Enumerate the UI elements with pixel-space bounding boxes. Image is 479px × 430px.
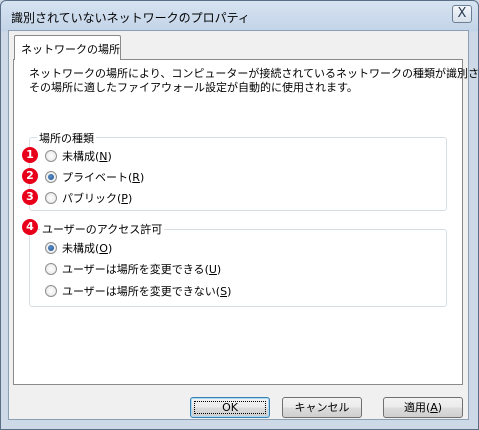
description-text: ネットワークの場所により、コンピューターが接続されているネットワークの種類が識別…	[29, 67, 479, 95]
cancel-button[interactable]: キャンセル	[282, 397, 362, 418]
hotkey: R	[132, 170, 140, 184]
radio-access-cannot-change[interactable]: ユーザーは場所を変更できない(S)	[45, 283, 231, 299]
radio-access-can-change[interactable]: ユーザーは場所を変更できる(U)	[45, 261, 221, 277]
radio-label: 未構成	[62, 242, 95, 255]
title-bar[interactable]: 識別されていないネットワークのプロパティ X	[1, 1, 478, 31]
radio-label: ユーザーは場所を変更できる	[62, 263, 205, 276]
radio-label: ユーザーは場所を変更できない	[62, 285, 216, 298]
close-icon: X	[457, 6, 467, 21]
apply-label: 適用	[403, 401, 426, 414]
annotation-badge-4: 4	[22, 219, 38, 235]
ok-button[interactable]: OK	[190, 397, 270, 418]
hotkey: N	[99, 149, 108, 163]
hotkey: A	[430, 401, 438, 414]
hotkey: P	[121, 191, 128, 205]
radio-location-unconfigured[interactable]: 未構成(N)	[45, 148, 112, 164]
radio-button-checked[interactable]	[45, 242, 57, 254]
apply-button[interactable]: 適用(A)	[383, 397, 463, 418]
description-line: ネットワークの場所により、コンピューターが接続されているネットワークの種類が識別…	[29, 67, 479, 80]
cancel-label: キャンセル	[294, 401, 350, 414]
annotation-badge-3: 3	[22, 189, 38, 205]
hotkey: O	[99, 241, 108, 255]
focus-rect	[194, 401, 266, 414]
window-title: 識別されていないネットワークのプロパティ	[11, 11, 250, 25]
radio-location-public[interactable]: パブリック(P)	[45, 190, 132, 206]
location-type-legend: 場所の種類	[37, 130, 96, 146]
close-button[interactable]: X	[452, 5, 472, 23]
radio-button[interactable]	[45, 263, 57, 275]
user-access-legend: ユーザーのアクセス許可	[40, 221, 165, 237]
hotkey: S	[220, 284, 228, 298]
radio-label: 未構成	[62, 150, 95, 163]
radio-location-private[interactable]: プライベート(R)	[45, 169, 144, 185]
radio-button[interactable]	[45, 285, 57, 297]
radio-button[interactable]	[45, 192, 57, 204]
annotation-badge-2: 2	[22, 168, 38, 184]
hotkey: U	[208, 262, 217, 276]
description-line: その場所に適したファイアウォール設定が自動的に使用されます。	[29, 81, 358, 94]
radio-label: パブリック	[62, 192, 117, 205]
annotation-badge-1: 1	[22, 147, 38, 163]
radio-button[interactable]	[45, 150, 57, 162]
radio-label: プライベート	[62, 171, 128, 184]
tab-label: ネットワークの場所	[21, 43, 120, 56]
tab-network-location[interactable]: ネットワークの場所	[14, 35, 121, 60]
radio-access-unconfigured[interactable]: 未構成(O)	[45, 240, 112, 256]
radio-button-checked[interactable]	[45, 171, 57, 183]
